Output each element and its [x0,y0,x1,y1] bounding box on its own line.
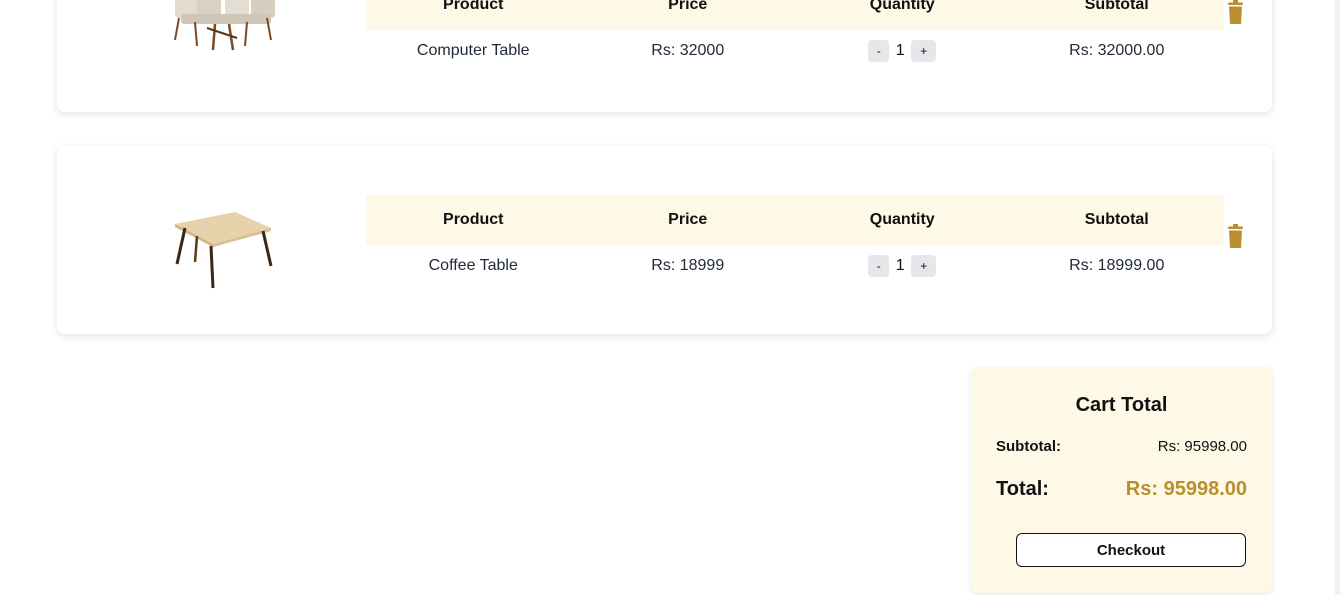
increase-quantity-button[interactable]: + [911,255,937,277]
cart-item-table: Product Price Quantity Subtotal Computer… [366,0,1224,72]
subtotal-value: Rs: 95998.00 [1157,438,1247,455]
dining-set-image [174,0,275,51]
increase-quantity-button[interactable]: + [911,40,937,62]
cart-total-panel: Cart Total Subtotal: Rs: 95998.00 Total:… [971,367,1272,593]
cart-item-card: Product Price Quantity Subtotal Computer… [57,0,1272,112]
checkout-button[interactable]: Checkout [1016,533,1246,567]
subtotal-label: Subtotal: [996,438,1061,455]
quantity-stepper: - 1 + [795,245,1010,287]
decrease-quantity-button[interactable]: - [868,255,890,277]
column-header-quantity: Quantity [795,0,1010,30]
cart-total-title: Cart Total [1075,394,1168,416]
coffee-table-image [175,212,273,289]
product-subtotal: Rs: 18999.00 [1069,257,1165,274]
total-value: Rs: 95998.00 [1125,478,1247,500]
column-header-product: Product [366,195,581,245]
quantity-value: 1 [895,257,905,274]
trash-icon[interactable] [1227,0,1244,24]
decrease-quantity-button[interactable]: - [868,40,890,62]
cart-page: Product Price Quantity Subtotal Computer… [0,0,1340,595]
cart-item-table: Product Price Quantity Subtotal Coffee T… [366,195,1224,287]
trash-icon[interactable] [1227,224,1244,248]
total-label: Total: [996,478,1049,500]
table-row: Coffee Table Rs: 18999 - 1 + Rs: 18999.0… [366,245,1224,287]
column-header-subtotal: Subtotal [1009,0,1224,30]
quantity-stepper: - 1 + [795,30,1010,72]
cart-item-card: Product Price Quantity Subtotal Coffee T… [57,146,1272,334]
table-row: Computer Table Rs: 32000 - 1 + Rs: 32000… [366,30,1224,72]
quantity-value: 1 [895,42,905,59]
scrollbar[interactable] [1335,0,1340,595]
product-subtotal: Rs: 32000.00 [1069,42,1165,59]
column-header-subtotal: Subtotal [1009,195,1224,245]
product-price: Rs: 18999 [651,257,725,274]
column-header-product: Product [366,0,581,30]
column-header-quantity: Quantity [795,195,1010,245]
column-header-price: Price [580,195,795,245]
column-header-price: Price [580,0,795,30]
product-name: Coffee Table [428,257,518,274]
product-name: Computer Table [416,42,530,59]
product-price: Rs: 32000 [651,42,725,59]
